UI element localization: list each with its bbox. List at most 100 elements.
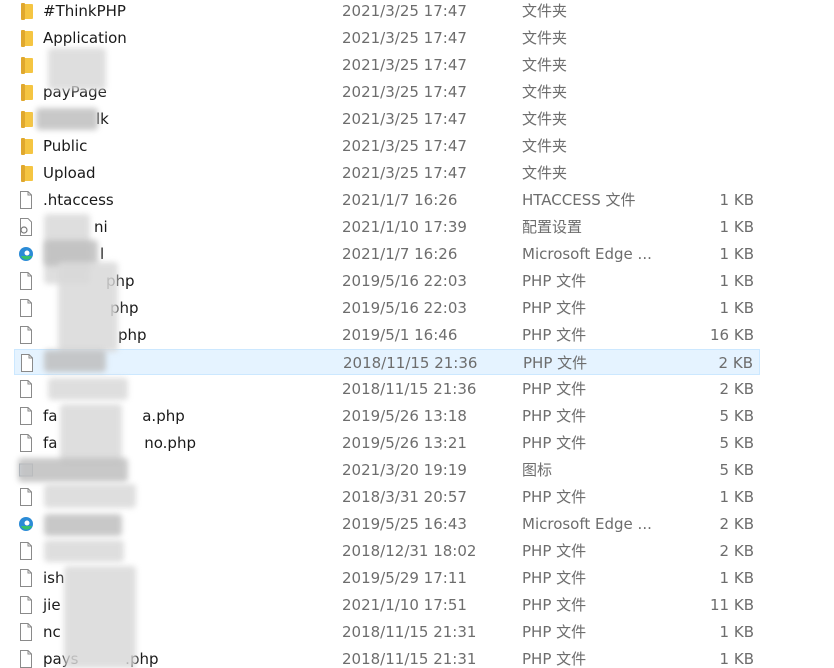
file-date: 2019/5/16 22:03 [342,272,467,290]
file-date: 2019/5/26 13:18 [342,407,467,425]
folder-icon [21,84,33,101]
file-name: nc [43,623,61,641]
file-name: php [118,326,147,344]
file-date: 2018/11/15 21:36 [342,380,477,398]
file-date: 2018/11/15 21:36 [343,354,478,372]
document-icon [20,569,32,587]
file-name: ish [43,569,65,587]
file-date: 2021/3/25 17:47 [342,56,467,74]
document-icon [20,623,32,641]
folder-icon [21,138,33,155]
file-type: PHP 文件 [522,407,587,425]
redaction-mosaic [44,484,136,508]
file-type: 图标 [522,461,553,479]
file-size: 2 KB [719,515,754,533]
redaction-mosaic [44,540,124,562]
file-row[interactable]: php 2019/5/1 16:46 PHP 文件 16 KB [14,322,760,348]
document-icon [20,380,32,398]
file-type: 文件夹 [522,164,568,182]
file-row[interactable]: .htaccess 2021/1/7 16:26 HTACCESS 文件 1 K… [14,187,760,213]
document-icon [20,272,32,290]
file-name: .htaccess [43,191,114,209]
document-icon [20,326,32,344]
file-row[interactable]: l 2021/1/7 16:26 Microsoft Edge ... 1 KB [14,241,760,267]
file-list: #ThinkPHP 2021/3/25 17:47 文件夹 Applicatio… [0,0,834,668]
file-date: 2021/3/25 17:47 [342,83,467,101]
file-type: 文件夹 [522,83,568,101]
file-date: 2021/1/10 17:51 [342,596,467,614]
folder-icon [21,57,33,74]
file-size: 11 KB [710,596,754,614]
file-row[interactable]: #ThinkPHP 2021/3/25 17:47 文件夹 [14,0,760,24]
file-type: Microsoft Edge ... [522,245,652,263]
folder-icon [21,165,33,182]
file-size: 1 KB [719,650,754,668]
file-type: PHP 文件 [522,596,587,614]
file-size: 1 KB [719,299,754,317]
folder-icon [21,3,33,20]
file-date: 2021/3/25 17:47 [342,164,467,182]
file-date: 2019/5/1 16:46 [342,326,458,344]
file-type: PHP 文件 [522,488,587,506]
file-date: 2021/3/25 17:47 [342,29,467,47]
file-date: 2019/5/26 13:21 [342,434,467,452]
file-type: PHP 文件 [522,299,587,317]
file-row[interactable]: 2021/3/25 17:47 文件夹 [14,52,760,78]
redaction-mosaic [44,514,122,536]
file-size: 5 KB [719,407,754,425]
file-name: Public [43,137,88,155]
file-date: 2021/3/25 17:47 [342,110,467,128]
file-date: 2018/3/31 20:57 [342,488,467,506]
file-type: 文件夹 [522,29,568,47]
file-type: 文件夹 [522,56,568,74]
file-date: 2019/5/16 22:03 [342,299,467,317]
document-icon [21,354,33,372]
document-icon [20,488,32,506]
file-type: 文件夹 [522,110,568,128]
file-type: PHP 文件 [522,650,587,668]
file-row[interactable]: fa no.php 2019/5/26 13:21 PHP 文件 5 KB [14,430,760,456]
redaction-mosaic [58,262,118,352]
file-row[interactable]: 2018/12/31 18:02 PHP 文件 2 KB [14,538,760,564]
document-icon [20,434,32,452]
document-icon [20,596,32,614]
file-row[interactable]: Public 2021/3/25 17:47 文件夹 [14,133,760,159]
file-size: 1 KB [719,569,754,587]
file-row[interactable]: ni 2021/1/10 17:39 配置设置 1 KB [14,214,760,240]
file-size: 1 KB [719,218,754,236]
file-date: 2018/11/15 21:31 [342,650,477,668]
document-icon [20,407,32,425]
file-size: 1 KB [719,245,754,263]
file-row[interactable]: 2019/5/25 16:43 Microsoft Edge ... 2 KB [14,511,760,537]
file-row[interactable]: lk 2021/3/25 17:47 文件夹 [14,106,760,132]
file-date: 2021/1/7 16:26 [342,191,458,209]
document-icon [20,191,32,209]
file-row[interactable]: Application 2021/3/25 17:47 文件夹 [14,25,760,51]
file-name: #ThinkPHP [43,2,126,20]
file-name: Upload [43,164,96,182]
file-size: 16 KB [710,326,754,344]
redaction-mosaic [48,48,106,90]
file-row[interactable]: payPage 2021/3/25 17:47 文件夹 [14,79,760,105]
file-type: 文件夹 [522,2,568,20]
file-row[interactable]: php 2019/5/16 22:03 PHP 文件 1 KB [14,295,760,321]
file-size: 2 KB [719,542,754,560]
redaction-mosaic [44,350,106,372]
edge-icon [19,517,33,531]
document-icon [20,299,32,317]
file-type: PHP 文件 [522,623,587,641]
file-row[interactable]: php 2019/5/16 22:03 PHP 文件 1 KB [14,268,760,294]
document-icon [20,650,32,668]
file-size: 5 KB [719,434,754,452]
file-size: 5 KB [719,461,754,479]
file-name: jie [43,596,61,614]
settings-file-icon [20,218,32,236]
file-name: ni [94,218,108,236]
file-date: 2018/11/15 21:31 [342,623,477,641]
file-date: 2021/3/25 17:47 [342,2,467,20]
file-row-selected[interactable]: 2018/11/15 21:36 PHP 文件 2 KB [14,349,760,375]
file-type: PHP 文件 [522,569,587,587]
file-row[interactable]: Upload 2021/3/25 17:47 文件夹 [14,160,760,186]
file-row[interactable]: fa a.php 2019/5/26 13:18 PHP 文件 5 KB [14,403,760,429]
file-type: PHP 文件 [522,272,587,290]
